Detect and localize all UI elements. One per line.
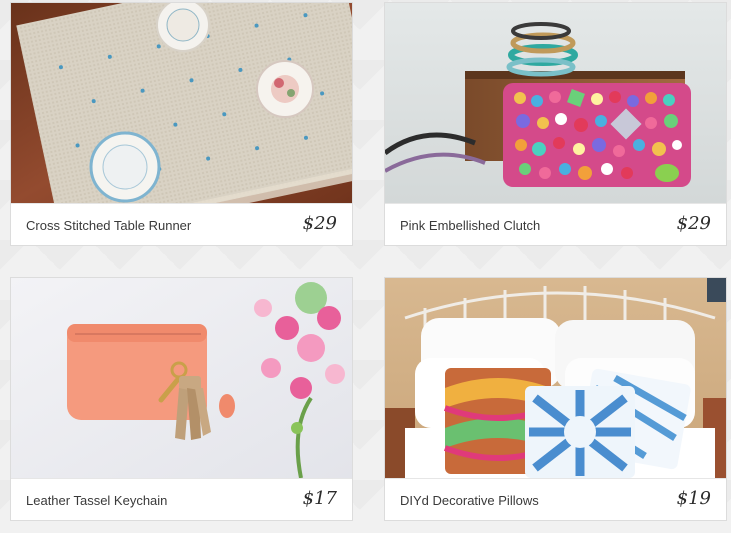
clutch-image[interactable] bbox=[385, 3, 726, 203]
product-price: $29 bbox=[676, 213, 711, 234]
product-caption: Leather Tassel Keychain $17 bbox=[11, 478, 352, 520]
product-card-pillows[interactable]: DIYd Decorative Pillows $19 bbox=[384, 277, 727, 521]
product-grid: Cross Stitched Table Runner $29 Pink Emb… bbox=[0, 0, 731, 533]
table-runner-image[interactable] bbox=[11, 3, 352, 203]
product-caption: Cross Stitched Table Runner $29 bbox=[11, 203, 352, 245]
product-card-clutch[interactable]: Pink Embellished Clutch $29 bbox=[384, 2, 727, 246]
product-caption: DIYd Decorative Pillows $19 bbox=[385, 478, 726, 520]
product-title[interactable]: DIYd Decorative Pillows bbox=[400, 493, 539, 508]
product-price: $19 bbox=[676, 488, 711, 509]
product-price: $29 bbox=[302, 213, 337, 234]
pillows-image[interactable] bbox=[385, 278, 726, 478]
product-price: $17 bbox=[302, 488, 337, 509]
product-caption: Pink Embellished Clutch $29 bbox=[385, 203, 726, 245]
product-title[interactable]: Pink Embellished Clutch bbox=[400, 218, 540, 233]
product-card-table-runner[interactable]: Cross Stitched Table Runner $29 bbox=[10, 2, 353, 246]
product-title[interactable]: Cross Stitched Table Runner bbox=[26, 218, 191, 233]
product-title[interactable]: Leather Tassel Keychain bbox=[26, 493, 167, 508]
product-card-keychain[interactable]: Leather Tassel Keychain $17 bbox=[10, 277, 353, 521]
keychain-image[interactable] bbox=[11, 278, 352, 478]
